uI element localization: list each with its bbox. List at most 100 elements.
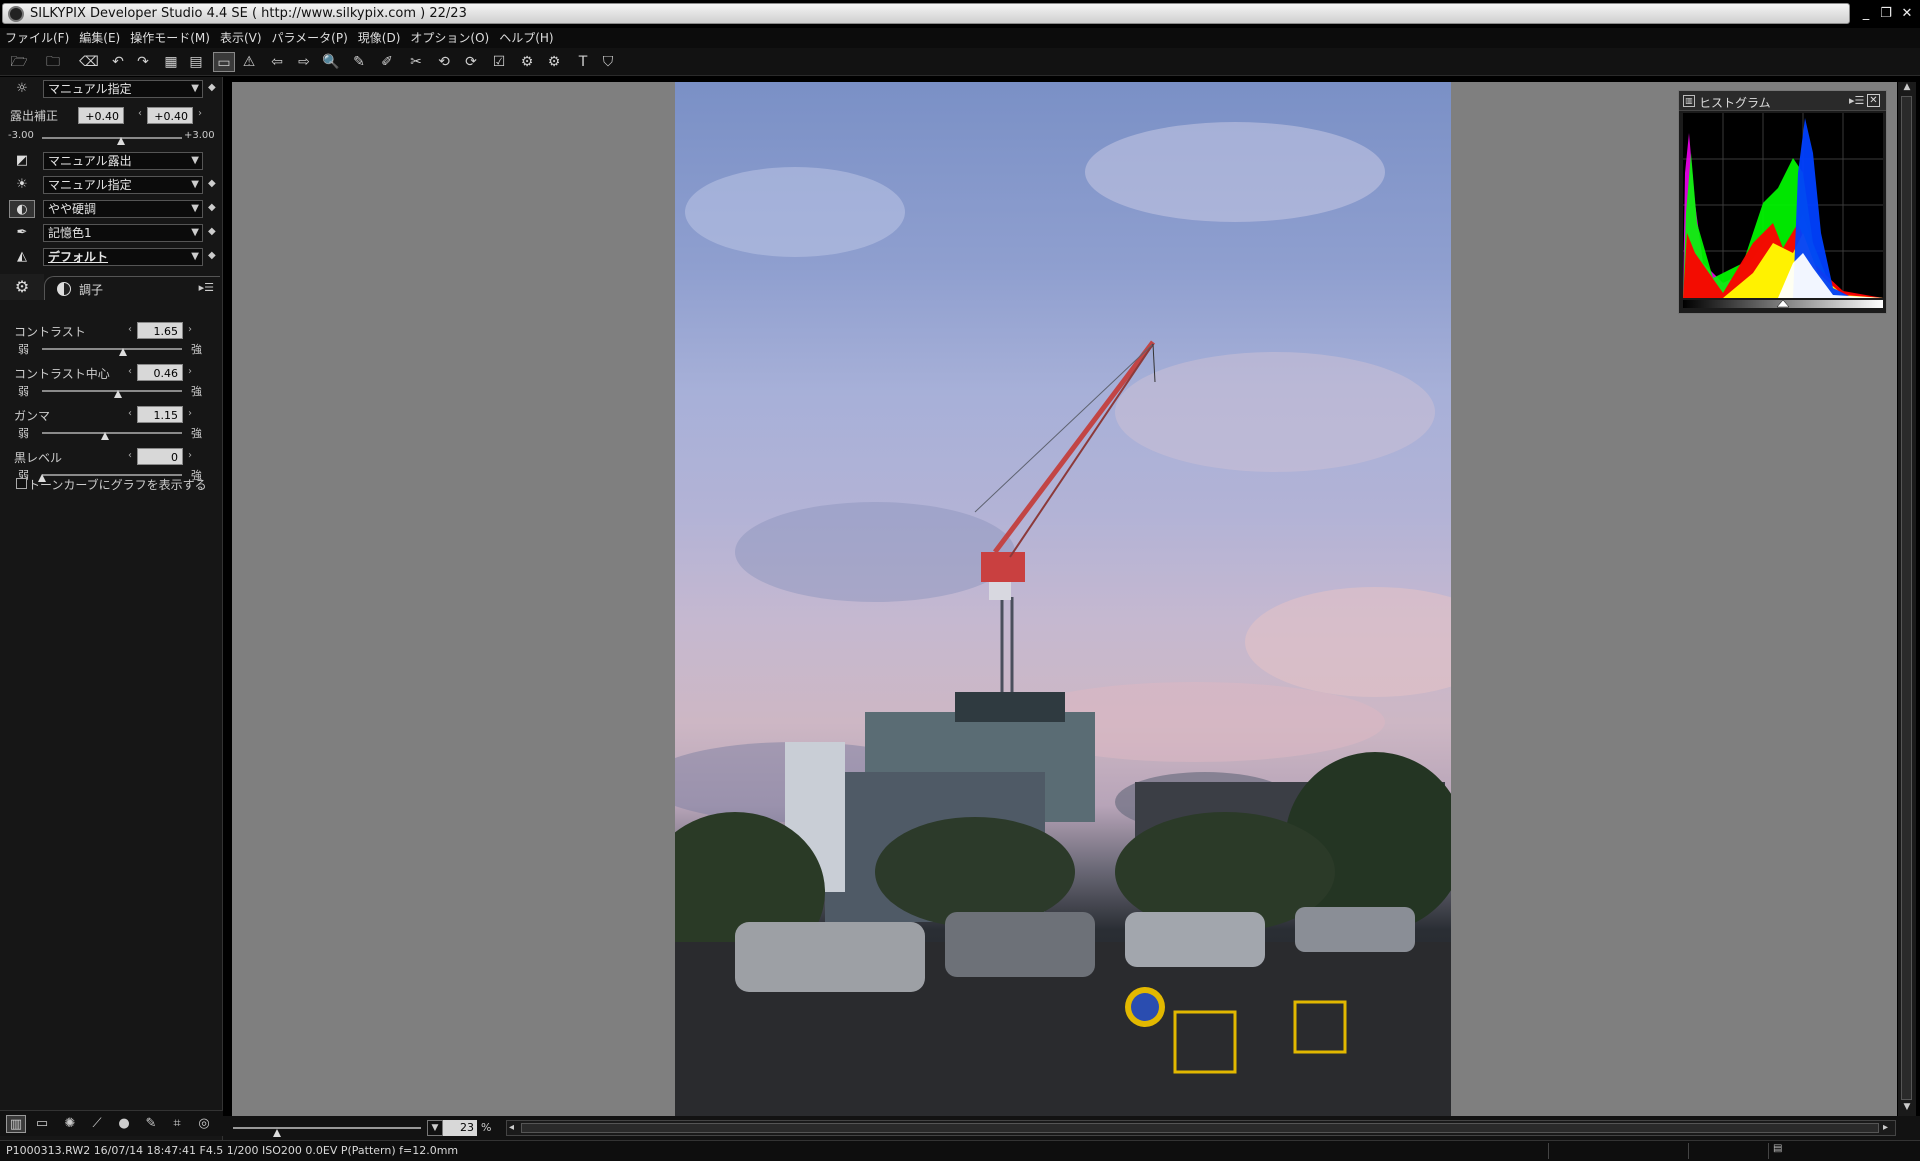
- restore-button[interactable]: ❐: [1876, 5, 1896, 23]
- param-slider-track[interactable]: [42, 432, 182, 434]
- open-file-icon[interactable]: 🗀: [42, 52, 64, 72]
- horizontal-scroll-thumb[interactable]: [521, 1123, 1879, 1133]
- pen-icon[interactable]: ✎: [141, 1115, 161, 1133]
- batch-develop-icon[interactable]: ⚙: [516, 52, 538, 72]
- scroll-down-icon[interactable]: ▼: [1901, 1102, 1913, 1114]
- scroll-left-icon[interactable]: ◂: [509, 1122, 514, 1133]
- photo-preview[interactable]: [675, 82, 1451, 1116]
- increment-icon[interactable]: ›: [198, 108, 202, 119]
- histogram-header[interactable]: ▥ ヒストグラム ▸☰ ✕: [1679, 91, 1886, 111]
- scroll-right-icon[interactable]: ▸: [1883, 1122, 1888, 1133]
- param-value-field[interactable]: 1.15: [137, 406, 183, 423]
- sparkle-icon[interactable]: ✺: [60, 1115, 80, 1133]
- decrement-icon[interactable]: ‹: [128, 324, 132, 335]
- increment-icon[interactable]: ›: [188, 366, 192, 377]
- rotate-left-icon[interactable]: ⟲: [433, 52, 455, 72]
- scroll-up-icon[interactable]: ▲: [1901, 82, 1913, 94]
- decrement-icon[interactable]: ‹: [138, 108, 142, 119]
- wb-select-2[interactable]: マニュアル指定 ▼: [43, 176, 203, 194]
- pin-icon[interactable]: ◆: [208, 178, 216, 189]
- menu-develop[interactable]: 現像(D): [353, 28, 406, 48]
- spot-tool-icon[interactable]: ✂: [405, 52, 427, 72]
- decrement-icon[interactable]: ‹: [128, 366, 132, 377]
- status-text: P1000313.RW2 16/07/14 18:47:41 F4.5 1/20…: [6, 1144, 459, 1157]
- tab-tone[interactable]: 調子 ▸☰: [44, 276, 220, 300]
- text-tool-icon[interactable]: T: [572, 52, 594, 72]
- zoom-icon[interactable]: 🔍: [320, 52, 342, 72]
- exposure-slider-track[interactable]: [42, 137, 182, 139]
- zoom-dropdown[interactable]: ▼: [427, 1120, 443, 1136]
- exposure-slider-thumb[interactable]: [117, 137, 126, 145]
- exposure-value-field-2[interactable]: +0.40: [147, 107, 193, 124]
- vertical-scrollbar[interactable]: ▲ ▼: [1898, 82, 1916, 1116]
- eraser-icon[interactable]: ⌫: [78, 52, 100, 72]
- param-value-field[interactable]: 0: [137, 448, 183, 465]
- menu-options[interactable]: オプション(O): [405, 28, 494, 48]
- comment-icon[interactable]: ▭: [32, 1115, 52, 1133]
- tab-settings-gear-icon[interactable]: ⚙: [0, 274, 44, 300]
- rotate-right-icon[interactable]: ⟳: [460, 52, 482, 72]
- white-balance-select[interactable]: マニュアル指定 ▼: [43, 80, 203, 98]
- histogram-menu-icon[interactable]: ▸☰: [1849, 94, 1864, 107]
- next-image-icon[interactable]: ⇨: [293, 52, 315, 72]
- zoom-slider-thumb[interactable]: [273, 1129, 281, 1137]
- redo-icon[interactable]: ↷: [132, 52, 154, 72]
- filmstrip-view-icon[interactable]: ▤: [185, 52, 207, 72]
- histogram-window[interactable]: ▥ ヒストグラム ▸☰ ✕: [1678, 90, 1887, 314]
- minimize-button[interactable]: _: [1856, 5, 1876, 23]
- exposure-value-field[interactable]: +0.40: [78, 107, 124, 124]
- menu-parameter[interactable]: パラメータ(P): [267, 28, 353, 48]
- vertical-scroll-thumb[interactable]: [1901, 96, 1912, 1100]
- decrement-icon[interactable]: ‹: [128, 450, 132, 461]
- menu-file[interactable]: ファイル(F): [0, 28, 74, 48]
- param-slider-track[interactable]: [42, 348, 182, 350]
- increment-icon[interactable]: ›: [188, 324, 192, 335]
- menu-help[interactable]: ヘルプ(H): [494, 28, 558, 48]
- panel-menu-icon[interactable]: ▸☰: [199, 281, 214, 294]
- prev-image-icon[interactable]: ⇦: [266, 52, 288, 72]
- undo-icon[interactable]: ↶: [107, 52, 129, 72]
- param-slider-thumb[interactable]: [113, 390, 122, 398]
- decrement-icon[interactable]: ‹: [128, 408, 132, 419]
- menu-edit[interactable]: 編集(E): [74, 28, 125, 48]
- param-slider-thumb[interactable]: [119, 348, 128, 356]
- histogram-toggle-icon[interactable]: ▥: [6, 1115, 26, 1133]
- pin-icon[interactable]: ◆: [208, 250, 216, 261]
- horizontal-scrollbar[interactable]: ◂ ▸: [506, 1120, 1896, 1136]
- param-value-field[interactable]: 1.65: [137, 322, 183, 339]
- histogram-close-button[interactable]: ✕: [1867, 94, 1880, 107]
- zoom-slider-track[interactable]: [233, 1127, 421, 1129]
- single-view-icon[interactable]: ▭: [213, 52, 235, 72]
- show-graph-checkbox[interactable]: [16, 478, 27, 489]
- image-viewer[interactable]: [232, 82, 1897, 1116]
- open-folder-icon[interactable]: 🗁: [8, 52, 30, 72]
- shield-icon[interactable]: ⛉: [597, 52, 619, 72]
- develop-disabled-icon[interactable]: ⚙: [543, 52, 565, 72]
- color-select[interactable]: 記憶色1 ▼: [43, 224, 203, 242]
- increment-icon[interactable]: ›: [188, 450, 192, 461]
- gray-picker-icon[interactable]: ✐: [376, 52, 398, 72]
- wb-picker-icon[interactable]: ✎: [348, 52, 370, 72]
- pin-icon[interactable]: ◆: [208, 202, 216, 213]
- param-value-field[interactable]: 0.46: [137, 364, 183, 381]
- check-icon[interactable]: ☑: [488, 52, 510, 72]
- grid-view-icon[interactable]: ▦: [160, 52, 182, 72]
- menu-view[interactable]: 表示(V): [215, 28, 267, 48]
- param-slider-track[interactable]: [42, 390, 182, 392]
- warning-icon[interactable]: ⚠: [238, 52, 260, 72]
- zoom-value-field[interactable]: 23: [443, 1120, 477, 1136]
- curve-tool-icon[interactable]: ⟋: [87, 1115, 107, 1133]
- increment-icon[interactable]: ›: [188, 408, 192, 419]
- sharpness-value: デフォルト: [48, 250, 109, 264]
- close-button[interactable]: ✕: [1897, 5, 1917, 23]
- crop-icon[interactable]: ⌗: [167, 1115, 187, 1133]
- lens-icon[interactable]: ◎: [194, 1115, 214, 1133]
- contrast-select[interactable]: やや硬調 ▼: [43, 200, 203, 218]
- pin-icon[interactable]: ◆: [208, 82, 216, 93]
- sphere-icon[interactable]: ●: [114, 1115, 134, 1133]
- pin-icon[interactable]: ◆: [208, 226, 216, 237]
- exposure-mode-select[interactable]: マニュアル露出 ▼: [43, 152, 203, 170]
- menu-mode[interactable]: 操作モード(M): [125, 28, 215, 48]
- param-slider-thumb[interactable]: [101, 432, 109, 440]
- sharpness-select[interactable]: デフォルト ▼: [43, 248, 203, 266]
